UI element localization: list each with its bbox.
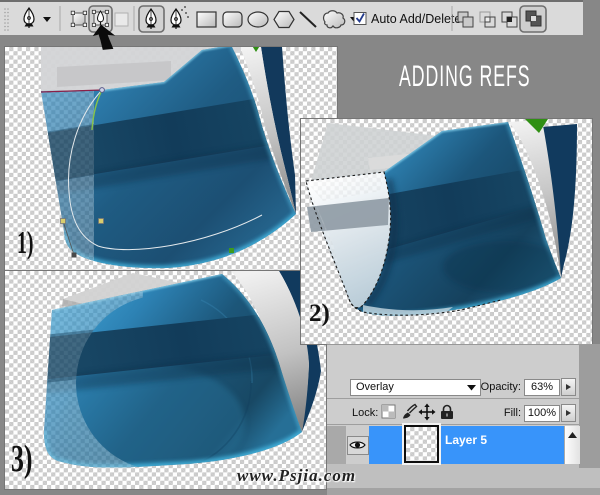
svg-text:Auto Add/Delete: Auto Add/Delete [371,12,461,26]
